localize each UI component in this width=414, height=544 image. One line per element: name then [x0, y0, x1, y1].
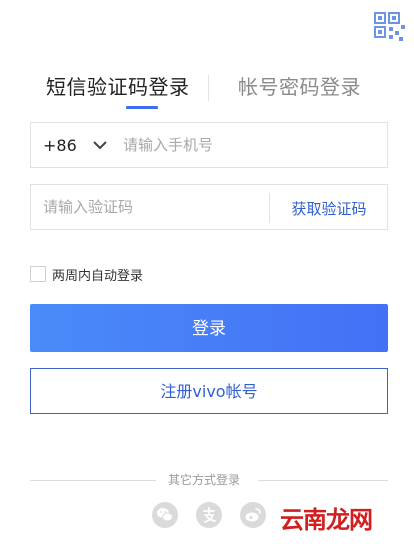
phone-field: +86 — [30, 122, 388, 168]
wechat-icon[interactable] — [152, 502, 178, 528]
divider-line-left — [30, 480, 156, 481]
remember-label: 两周内自动登录 — [52, 268, 144, 284]
login-tabs: 短信验证码登录 帐号密码登录 — [30, 70, 388, 110]
phone-input[interactable] — [123, 123, 373, 167]
other-login-label: 其它方式登录 — [168, 473, 241, 487]
tab-account-login[interactable]: 帐号密码登录 — [238, 70, 361, 104]
qr-code-toggle-icon[interactable] — [372, 10, 408, 46]
remember-login: 两周内自动登录 — [30, 265, 144, 284]
divider-line-right — [258, 480, 388, 481]
tab-sms-login-label: 短信验证码登录 — [46, 75, 190, 99]
other-login-divider: 其它方式登录 — [30, 471, 388, 489]
alipay-icon[interactable] — [196, 502, 222, 528]
tab-sms-login[interactable]: 短信验证码登录 — [46, 70, 190, 109]
remember-checkbox[interactable] — [30, 266, 46, 282]
country-code-select[interactable]: +86 — [43, 123, 77, 167]
login-button[interactable]: 登录 — [30, 304, 388, 352]
verification-code-field: 获取验证码 — [30, 184, 388, 230]
get-code-button[interactable]: 获取验证码 — [270, 185, 388, 229]
verification-code-input[interactable] — [43, 185, 263, 229]
tab-divider — [208, 75, 209, 101]
watermark-logo: 云南龙网 — [280, 505, 373, 534]
weibo-icon[interactable] — [240, 502, 266, 528]
country-code-value: +86 — [43, 136, 77, 155]
register-button[interactable]: 注册vivo帐号 — [30, 368, 388, 414]
chevron-down-icon[interactable] — [93, 138, 107, 152]
active-tab-indicator — [126, 106, 158, 109]
tab-account-login-label: 帐号密码登录 — [238, 75, 361, 99]
